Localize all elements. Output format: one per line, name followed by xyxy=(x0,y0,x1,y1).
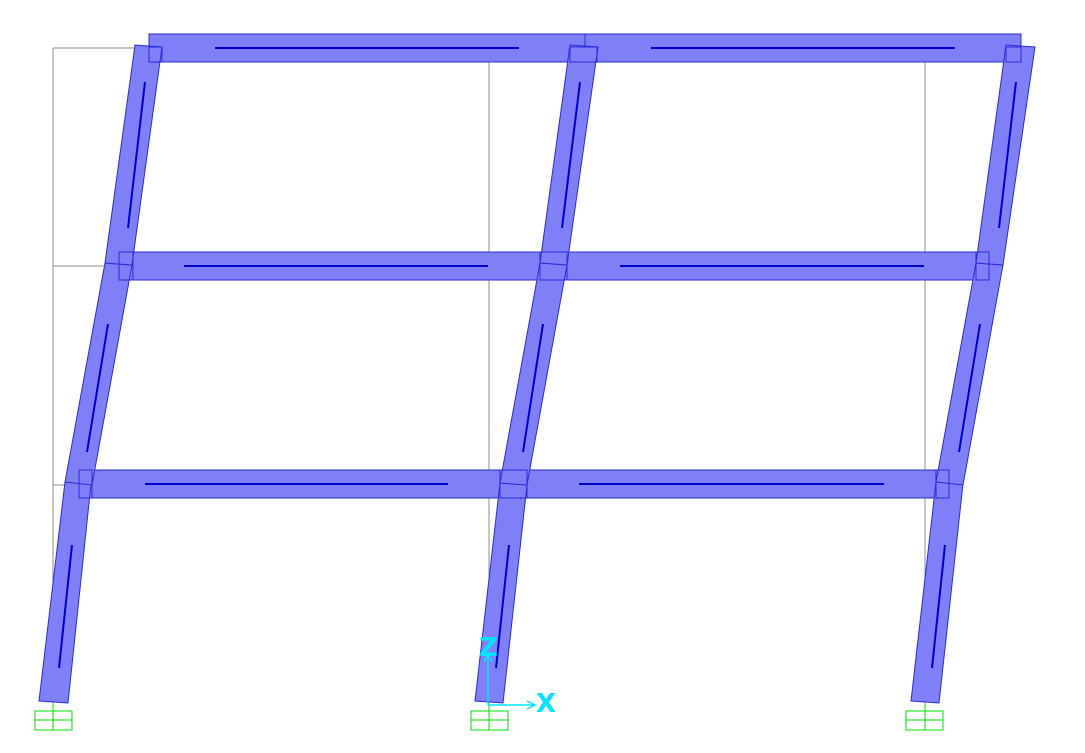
column-left-story-3[interactable] xyxy=(104,44,163,266)
column-center-story-3[interactable] xyxy=(539,44,599,266)
x-axis-label: X xyxy=(536,689,556,719)
structure-viewport[interactable]: Z X xyxy=(0,0,1085,753)
column-right-story-1[interactable] xyxy=(910,481,964,704)
column-right-story-2[interactable] xyxy=(935,262,1004,486)
support-left[interactable] xyxy=(34,704,73,731)
column-left-story-2[interactable] xyxy=(64,262,133,486)
z-axis-label: Z xyxy=(479,633,498,663)
member-centerlines xyxy=(58,47,1017,669)
column-right-story-3[interactable] xyxy=(975,44,1036,266)
fixed-supports xyxy=(34,704,944,731)
column-center-story-2[interactable] xyxy=(499,262,568,486)
column-left-story-1[interactable] xyxy=(38,481,92,704)
support-center[interactable] xyxy=(470,704,509,731)
support-right[interactable] xyxy=(905,704,944,731)
column-center-story-1[interactable] xyxy=(474,482,528,704)
